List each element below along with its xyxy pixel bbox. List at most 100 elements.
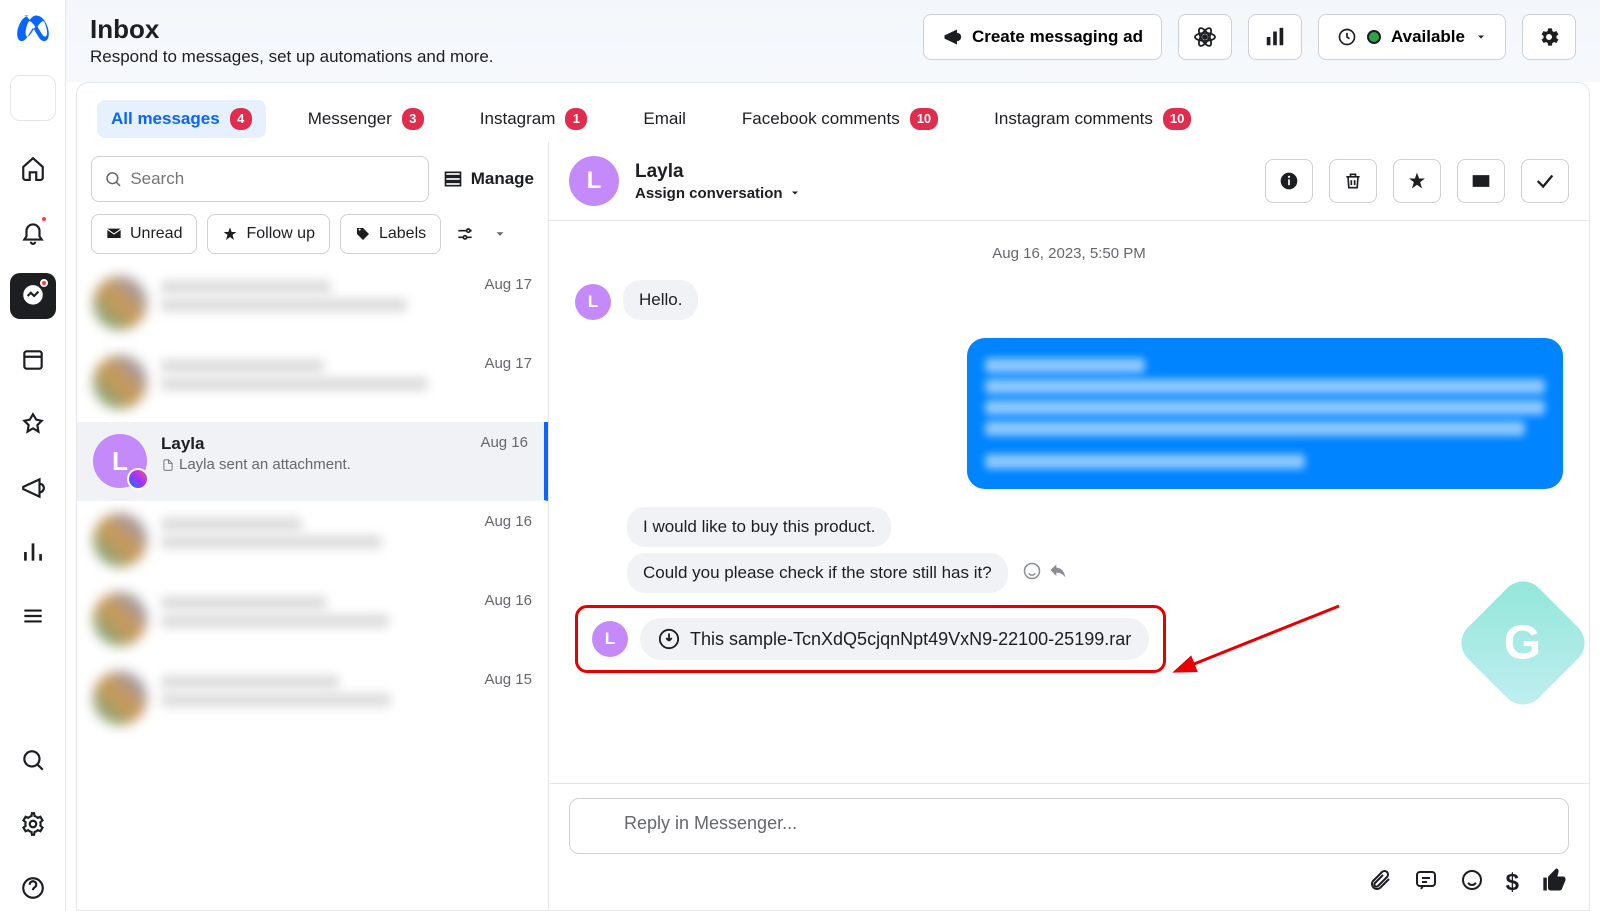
like-icon[interactable] <box>1541 866 1569 900</box>
watermark-badge: G <box>1473 593 1573 693</box>
tab-instagram[interactable]: Instagram1 <box>466 100 602 138</box>
page-subtitle: Respond to messages, set up automations … <box>90 47 494 67</box>
create-ad-label: Create messaging ad <box>972 27 1143 47</box>
delete-button[interactable] <box>1329 159 1377 203</box>
chat-avatar: L <box>569 156 619 206</box>
tab-badge: 4 <box>230 108 252 130</box>
attach-icon[interactable] <box>1368 868 1392 898</box>
create-messaging-ad-button[interactable]: Create messaging ad <box>923 14 1162 60</box>
filter-followup[interactable]: Follow up <box>207 214 329 254</box>
conversation-avatar <box>93 513 147 567</box>
filter-unread[interactable]: Unread <box>91 214 197 254</box>
menu-icon[interactable] <box>10 593 56 639</box>
chat-header: L Layla Assign conversation <box>549 142 1589 221</box>
conversation-text <box>161 513 470 549</box>
tab-messenger[interactable]: Messenger 3 <box>294 100 438 138</box>
settings-icon[interactable] <box>10 801 56 847</box>
page-title: Inbox <box>90 14 494 45</box>
msg-text: Hello. <box>623 280 698 320</box>
saved-reply-icon[interactable] <box>1414 868 1438 898</box>
tab-label: Facebook comments <box>742 109 900 129</box>
tab-badge: 3 <box>402 108 424 130</box>
conversation-text: LaylaLayla sent an attachment. <box>161 434 466 473</box>
availability-dropdown[interactable]: Available <box>1318 14 1506 60</box>
home-icon[interactable] <box>10 145 56 191</box>
ads-icon[interactable] <box>10 465 56 511</box>
messages-scroll[interactable]: Aug 16, 2023, 5:50 PM L Hello. I wo <box>549 221 1589 783</box>
assign-conversation[interactable]: Assign conversation <box>635 185 801 202</box>
manage-label: Manage <box>471 169 534 189</box>
content: Manage Unread Follow up Labels <box>76 142 1590 911</box>
done-button[interactable] <box>1521 159 1569 203</box>
download-icon <box>658 628 680 650</box>
filter-followup-label: Follow up <box>246 225 314 243</box>
message-incoming-group: I would like to buy this product. Could … <box>627 507 1563 599</box>
tab-facebook-comments[interactable]: Facebook comments10 <box>728 100 952 138</box>
availability-label: Available <box>1391 27 1465 47</box>
conversation-avatar <box>93 592 147 646</box>
chat-panel: L Layla Assign conversation Aug 16, 2023… <box>549 142 1589 910</box>
tab-email[interactable]: Email <box>629 101 700 137</box>
msg-text: I would like to buy this product. <box>627 507 891 547</box>
account-switcher[interactable] <box>10 75 56 121</box>
manage-button[interactable]: Manage <box>443 169 534 189</box>
filter-unread-label: Unread <box>130 225 182 243</box>
stats-icon-button[interactable] <box>1248 14 1302 60</box>
mail-button[interactable] <box>1457 159 1505 203</box>
conversation-scroll[interactable]: Aug 17 Aug 17 L LaylaLayla sent an attachme… <box>77 264 548 910</box>
conversation-text <box>161 355 470 391</box>
conversation-date: Aug 16 <box>484 513 532 530</box>
info-button[interactable] <box>1265 159 1313 203</box>
inbox-icon[interactable] <box>10 273 56 319</box>
notifications-icon[interactable] <box>10 209 56 255</box>
reply-icon[interactable] <box>1048 561 1068 581</box>
reply-input[interactable]: Reply in Messenger... <box>569 798 1569 854</box>
msg-text: Could you please check if the store stil… <box>627 553 1008 593</box>
star-button[interactable] <box>1393 159 1441 203</box>
search-input[interactable] <box>130 169 415 189</box>
emoji-icon[interactable] <box>1460 868 1484 898</box>
tab-instagram-comments[interactable]: Instagram comments10 <box>980 100 1205 138</box>
annotation-arrow <box>1169 601 1349 681</box>
tab-all-messages[interactable]: All messages 4 <box>97 100 266 138</box>
attachment-bubble[interactable]: This sample-TcnXdQ5cjqnNpt49VxN9-22100-2… <box>640 618 1149 660</box>
chat-timestamp: Aug 16, 2023, 5:50 PM <box>575 245 1563 262</box>
meta-logo[interactable] <box>13 10 53 55</box>
filter-more[interactable] <box>489 214 511 254</box>
conversation-item[interactable]: Aug 17 <box>77 343 548 422</box>
filter-labels[interactable]: Labels <box>340 214 441 254</box>
search-icon <box>104 169 122 189</box>
conversation-date: Aug 15 <box>484 671 532 688</box>
filter-sort[interactable] <box>451 214 479 254</box>
msg-avatar: L <box>592 621 628 657</box>
engage-icon[interactable] <box>10 401 56 447</box>
insights-icon[interactable] <box>10 529 56 575</box>
conversation-item[interactable]: Aug 17 <box>77 264 548 343</box>
search-icon[interactable] <box>10 737 56 783</box>
conversation-date: Aug 17 <box>484 355 532 372</box>
conversation-item[interactable]: Aug 16 <box>77 501 548 580</box>
assign-label: Assign conversation <box>635 185 783 202</box>
conversation-name: Layla <box>161 434 466 454</box>
posts-icon[interactable] <box>10 337 56 383</box>
atom-icon-button[interactable] <box>1178 14 1232 60</box>
tab-label: Messenger <box>308 109 392 129</box>
help-icon[interactable] <box>10 865 56 911</box>
conversation-text <box>161 276 470 312</box>
conversation-text <box>161 592 470 628</box>
reply-toolbar: $ <box>569 866 1569 900</box>
attachment-filename: This sample-TcnXdQ5cjqnNpt49VxN9-22100-2… <box>690 629 1131 650</box>
chevron-down-icon <box>789 187 801 199</box>
conversation-item[interactable]: Aug 15 <box>77 659 548 738</box>
conversation-avatar: L <box>93 434 147 488</box>
conversation-item[interactable]: LLaylaLayla sent an attachment.Aug 16 <box>77 422 548 501</box>
sliders-icon <box>455 224 475 244</box>
conversation-item[interactable]: Aug 16 <box>77 580 548 659</box>
tab-badge: 10 <box>1163 108 1191 130</box>
star-icon <box>222 226 238 242</box>
tab-label: All messages <box>111 109 220 129</box>
search-input-wrapper[interactable] <box>91 156 429 202</box>
payment-icon[interactable]: $ <box>1506 869 1519 897</box>
gear-icon-button[interactable] <box>1522 14 1576 60</box>
smile-icon[interactable] <box>1022 561 1042 581</box>
